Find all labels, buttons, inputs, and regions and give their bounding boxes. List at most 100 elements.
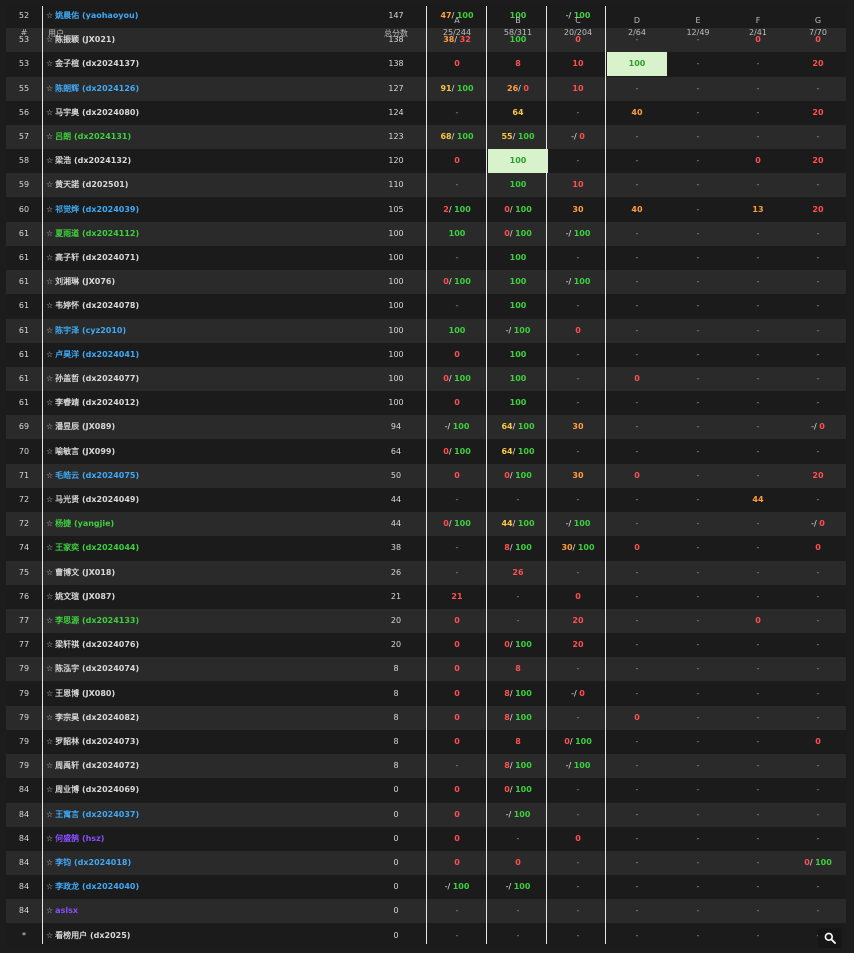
user-name-link[interactable]: 周禹轩 (dx2024072) [55,761,139,770]
star-icon[interactable]: ☆ [46,108,53,117]
problem-c-cell[interactable]: - [548,343,608,367]
user-name-link[interactable]: 李宗昊 (dx2024082) [55,713,139,722]
user-name-link[interactable]: 祁觉烨 (dx2024039) [55,205,139,214]
user-name-link[interactable]: 王寓言 (dx2024037) [55,810,139,819]
problem-g-cell[interactable]: 0 [788,730,848,754]
problem-c-cell[interactable]: - [548,657,608,681]
problem-a-cell[interactable]: 47/ 100 [427,4,487,28]
problem-b-cell[interactable]: 44/ 100 [488,512,548,536]
problem-g-cell[interactable]: - [788,125,848,149]
star-icon[interactable]: ☆ [46,834,53,843]
problem-g-cell[interactable]: - [788,827,848,851]
problem-c-cell[interactable]: - [548,899,608,923]
star-icon[interactable]: ☆ [46,84,53,93]
problem-d-cell[interactable]: - [607,28,667,52]
user-name-link[interactable]: 李思源 (dx2024133) [55,616,139,625]
problem-d-cell[interactable]: - [607,488,667,512]
problem-d-cell[interactable]: 0 [607,367,667,391]
problem-a-cell[interactable]: 0 [427,52,487,76]
problem-b-cell[interactable]: 100 [488,294,548,318]
problem-a-cell[interactable]: - [427,536,487,560]
problem-b-cell[interactable]: 8/ 100 [488,682,548,706]
problem-b-cell[interactable]: 100 [488,367,548,391]
problem-a-cell[interactable]: 0 [427,343,487,367]
user-name-link[interactable]: 王家奕 (dx2024044) [55,543,139,552]
problem-c-cell[interactable]: -/ 0 [548,125,608,149]
star-icon[interactable]: ☆ [46,326,53,335]
problem-f-cell[interactable]: - [728,803,788,827]
problem-d-cell[interactable]: - [607,633,667,657]
problem-a-cell[interactable]: -/ 100 [427,875,487,899]
problem-e-cell[interactable]: - [668,488,728,512]
problem-f-cell[interactable]: - [728,52,788,76]
star-icon[interactable]: ☆ [46,640,53,649]
problem-c-cell[interactable]: 20 [548,609,608,633]
problem-f-cell[interactable]: - [728,246,788,270]
problem-b-cell[interactable]: - [488,488,548,512]
problem-d-cell[interactable]: 40 [607,101,667,125]
problem-g-cell[interactable]: - [788,778,848,802]
problem-e-cell[interactable]: - [668,875,728,899]
star-icon[interactable]: ☆ [46,301,53,310]
problem-c-cell[interactable]: 0/ 100 [548,730,608,754]
user-name-link[interactable]: 李政龙 (dx2024040) [55,882,139,891]
problem-e-cell[interactable]: - [668,270,728,294]
problem-b-cell[interactable]: 0/ 100 [488,633,548,657]
problem-a-cell[interactable]: - [427,294,487,318]
problem-c-cell[interactable]: - [548,875,608,899]
problem-e-cell[interactable]: - [668,851,728,875]
problem-b-cell[interactable]: 64/ 100 [488,415,548,439]
problem-g-cell[interactable]: - [788,246,848,270]
problem-a-cell[interactable]: 0/ 100 [427,270,487,294]
star-icon[interactable]: ☆ [46,132,53,141]
problem-g-cell[interactable]: - [788,657,848,681]
problem-c-cell[interactable]: - [548,391,608,415]
user-name-link[interactable]: 潘昱辰 (JX089) [55,422,115,431]
problem-f-cell[interactable]: 0 [728,28,788,52]
problem-b-cell[interactable]: 100 [488,246,548,270]
problem-f-cell[interactable]: - [728,222,788,246]
user-name-link[interactable]: 姚文瑄 (JX087) [55,592,115,601]
problem-f-cell[interactable]: - [728,827,788,851]
star-icon[interactable]: ☆ [46,59,53,68]
problem-f-cell[interactable]: - [728,125,788,149]
problem-b-cell[interactable]: - [488,609,548,633]
problem-g-cell[interactable]: 20 [788,52,848,76]
problem-g-cell[interactable]: - [788,294,848,318]
problem-b-cell[interactable]: - [488,924,548,948]
problem-d-cell[interactable]: - [607,294,667,318]
problem-d-cell[interactable]: - [607,173,667,197]
problem-e-cell[interactable]: - [668,198,728,222]
problem-g-cell[interactable]: - [788,270,848,294]
problem-e-cell[interactable]: - [668,778,728,802]
problem-f-cell[interactable]: - [728,294,788,318]
problem-d-cell[interactable]: - [607,246,667,270]
problem-d-cell[interactable]: - [607,319,667,343]
star-icon[interactable]: ☆ [46,229,53,238]
user-name-link[interactable]: 刘湘琳 (JX076) [55,277,115,286]
user-name-link[interactable]: 喻敏言 (JX099) [55,447,115,456]
user-name-link[interactable]: 陈宇泽 (cyz2010) [55,326,126,335]
problem-c-cell[interactable]: 30 [548,415,608,439]
problem-f-cell[interactable]: - [728,319,788,343]
star-icon[interactable]: ☆ [46,277,53,286]
problem-g-cell[interactable]: - [788,585,848,609]
problem-a-cell[interactable]: 91/ 100 [427,77,487,101]
problem-g-cell[interactable]: - [788,803,848,827]
user-name-link[interactable]: 曹博文 (JX018) [55,568,115,577]
star-icon[interactable]: ☆ [46,156,53,165]
problem-f-cell[interactable]: - [728,367,788,391]
problem-f-cell[interactable]: - [728,270,788,294]
problem-a-cell[interactable]: 0 [427,633,487,657]
problem-a-cell[interactable]: 0/ 100 [427,440,487,464]
problem-a-cell[interactable]: 0 [427,657,487,681]
user-name-link[interactable]: 陈朗辉 (dx2024126) [55,84,139,93]
problem-f-cell[interactable]: - [728,754,788,778]
problem-d-cell[interactable]: - [607,657,667,681]
problem-c-cell[interactable]: - [548,803,608,827]
problem-g-cell[interactable]: - [788,222,848,246]
problem-d-cell[interactable]: - [607,222,667,246]
problem-a-cell[interactable]: 0 [427,149,487,173]
user-name-link[interactable]: 夏雨道 (dx2024112) [55,229,139,238]
problem-a-cell[interactable]: - [427,101,487,125]
